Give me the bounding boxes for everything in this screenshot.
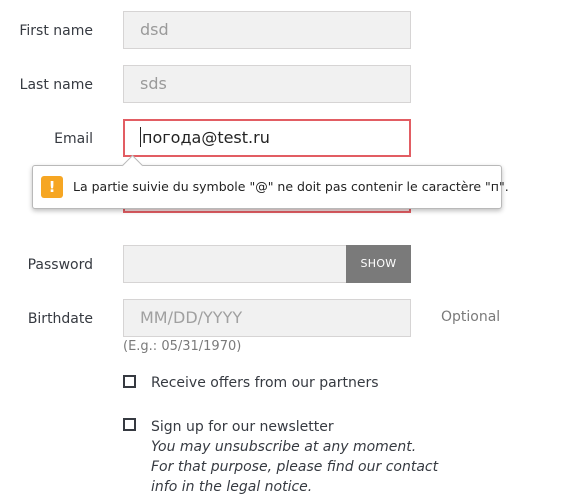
password-label: Password [27,257,93,273]
first-name-field[interactable]: dsd [123,11,411,49]
birthdate-hint: (E.g.: 05/31/1970) [123,339,242,354]
newsletter-note-line3: info in the legal notice. [151,479,313,495]
password-field[interactable] [123,245,347,283]
first-name-label: First name [19,23,93,39]
validation-message: La partie suivie du symbole "@" ne doit … [73,179,509,194]
email-label: Email [54,131,93,147]
newsletter-note-line1: You may unsubscribe at any moment. [151,439,417,455]
partners-checkbox[interactable] [123,375,136,388]
newsletter-checkbox[interactable] [123,418,136,431]
show-password-button[interactable]: SHOW [346,245,411,283]
partners-label: Receive offers from our partners [151,375,379,391]
last-name-label: Last name [19,77,93,93]
email-field[interactable]: погода@test.ru [123,119,411,157]
birthdate-field[interactable]: MM/DD/YYYY [123,299,411,337]
optional-label: Optional [441,309,501,325]
validation-tooltip: ! La partie suivie du symbole "@" ne doi… [32,165,509,209]
newsletter-note-line2: For that purpose, please find our contac… [151,459,439,475]
last-name-field[interactable]: sds [123,65,411,103]
birthdate-label: Birthdate [27,311,93,327]
customer-form: First name dsd Last name sds Email погод… [0,0,579,499]
warning-icon: ! [41,176,63,198]
text-cursor [140,127,141,147]
email-value: погода@test.ru [142,128,270,147]
newsletter-label: Sign up for our newsletter [151,419,334,435]
